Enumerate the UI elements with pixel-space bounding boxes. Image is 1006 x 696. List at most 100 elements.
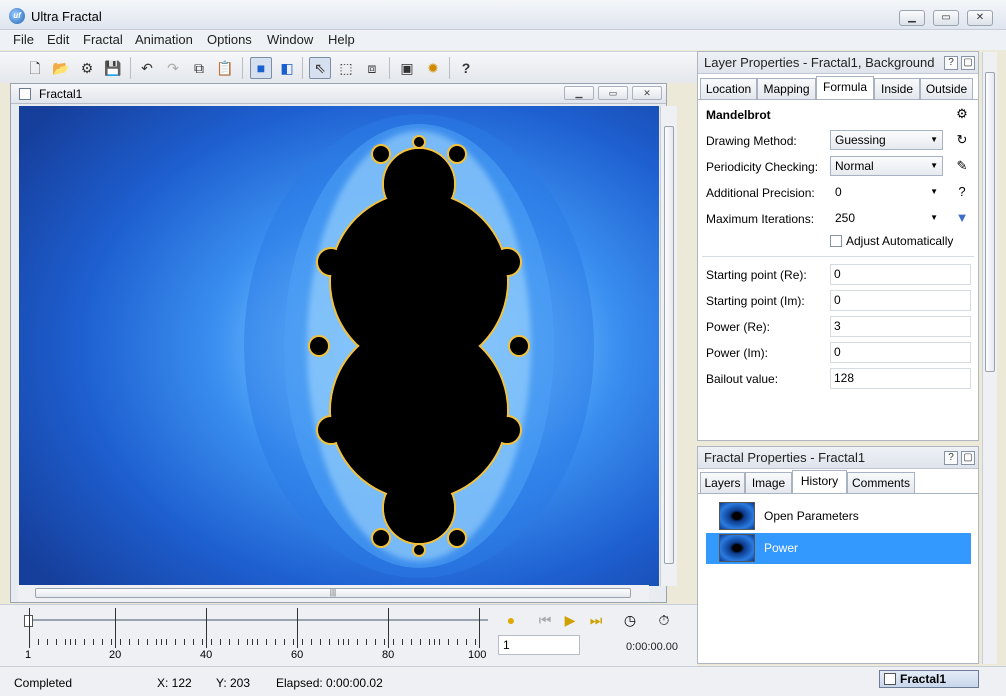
horizontal-scroll-thumb[interactable]: ||| bbox=[35, 588, 631, 598]
open-parameters-icon[interactable]: ⚙ bbox=[76, 57, 98, 79]
tab-image[interactable]: Image bbox=[745, 472, 792, 493]
tab-outside[interactable]: Outside bbox=[920, 78, 973, 99]
tab-comments[interactable]: Comments bbox=[847, 472, 915, 493]
precision-select[interactable]: 0 ▼ bbox=[830, 182, 943, 202]
help-icon[interactable]: ? bbox=[455, 57, 477, 79]
question-icon[interactable]: ? bbox=[954, 184, 970, 200]
full-screen-icon[interactable]: ■ bbox=[250, 57, 272, 79]
doc-maximize-button[interactable]: ▭ bbox=[598, 86, 628, 100]
menu-file[interactable]: File bbox=[13, 32, 34, 47]
timeline-tick bbox=[311, 639, 313, 645]
horizontal-scrollbar[interactable]: ||| bbox=[18, 585, 649, 602]
doc-minimize-button[interactable]: ▁ bbox=[564, 86, 594, 100]
param-label: Starting point (Re): bbox=[706, 268, 807, 282]
tab-formula[interactable]: Formula bbox=[816, 76, 874, 99]
adjust-automatically-checkbox[interactable] bbox=[830, 235, 842, 247]
param-field[interactable]: 128 bbox=[830, 368, 971, 389]
fractal-properties-panel: Fractal Properties - Fractal1 ? ▢ Layers… bbox=[697, 446, 979, 664]
expand-icon[interactable]: ▼ bbox=[954, 210, 970, 226]
panel-scroll-thumb[interactable] bbox=[985, 72, 995, 372]
history-item[interactable]: Open Parameters bbox=[706, 501, 971, 532]
drawing-method-select[interactable]: Guessing ▼ bbox=[830, 130, 943, 150]
timeline-tick bbox=[329, 639, 331, 645]
next-frame-icon[interactable]: ⏭ bbox=[586, 610, 606, 630]
divider bbox=[702, 256, 974, 257]
param-field[interactable]: 3 bbox=[830, 316, 971, 337]
vertical-scroll-thumb[interactable] bbox=[664, 126, 674, 564]
doc-close-button[interactable]: ✕ bbox=[632, 86, 662, 100]
switch-mode-icon[interactable]: ◧ bbox=[276, 57, 298, 79]
timeline-tick bbox=[129, 639, 131, 645]
task-fractal1-button[interactable]: Fractal1 bbox=[879, 670, 979, 688]
param-label: Power (Re): bbox=[706, 320, 771, 334]
open-icon[interactable]: 📂 bbox=[50, 57, 72, 79]
frame-input[interactable] bbox=[498, 635, 580, 655]
timeline-tick bbox=[388, 608, 390, 648]
zoom-select-icon[interactable]: ⬚ bbox=[335, 57, 357, 79]
timeline-tick bbox=[229, 639, 231, 645]
menu-help[interactable]: Help bbox=[328, 32, 355, 47]
max-iterations-select[interactable]: 250 ▼ bbox=[830, 208, 943, 228]
previous-frame-icon[interactable]: ⏮ bbox=[535, 610, 555, 630]
fractal-canvas[interactable] bbox=[19, 106, 659, 586]
status-x: X: 122 bbox=[157, 676, 192, 690]
param-field[interactable]: 0 bbox=[830, 342, 971, 363]
pin-icon[interactable]: ▢ bbox=[961, 56, 975, 70]
panel-scrollbar[interactable] bbox=[982, 52, 997, 664]
tab-layers[interactable]: Layers bbox=[700, 472, 745, 493]
copy-icon[interactable]: ⧉ bbox=[188, 57, 210, 79]
tick-label: 100 bbox=[468, 649, 487, 661]
menu-edit[interactable]: Edit bbox=[47, 32, 69, 47]
minimize-button[interactable]: ▁ bbox=[899, 10, 925, 26]
play-icon[interactable]: ▶ bbox=[560, 610, 580, 630]
tab-inside[interactable]: Inside bbox=[874, 78, 920, 99]
tab-location[interactable]: Location bbox=[700, 78, 757, 99]
render-to-disk-icon[interactable]: ▣ bbox=[396, 57, 418, 79]
browse-formula-icon[interactable]: ⚙ bbox=[954, 106, 970, 122]
refresh-icon[interactable]: ↻ bbox=[954, 132, 970, 148]
close-button[interactable]: ✕ bbox=[967, 10, 993, 26]
tab-history[interactable]: History bbox=[792, 470, 847, 493]
new-icon[interactable]: 🗋 bbox=[24, 57, 46, 79]
save-icon[interactable]: 💾 bbox=[102, 57, 124, 79]
timeline-tick bbox=[56, 639, 58, 645]
timeline-tick bbox=[47, 639, 49, 645]
tick-label: 20 bbox=[109, 649, 122, 661]
history-item-label: Open Parameters bbox=[764, 509, 859, 523]
toolbar: 🗋 📂 ⚙ 💾 ↶ ↷ ⧉ 📋 ■ ◧ ⇖ ⬚ ⧈ ▣ ✹ ? bbox=[0, 51, 697, 83]
timeline-tick bbox=[393, 639, 394, 645]
timeline-tick bbox=[101, 639, 103, 645]
drawing-method-label: Drawing Method: bbox=[706, 134, 797, 148]
vertical-scrollbar[interactable] bbox=[660, 106, 677, 586]
menu-window[interactable]: Window bbox=[267, 32, 313, 47]
timeline-tick bbox=[69, 639, 71, 645]
maximize-button[interactable]: ▭ bbox=[933, 10, 959, 26]
tab-mapping[interactable]: Mapping bbox=[757, 78, 816, 99]
edit-icon[interactable]: ✎ bbox=[954, 158, 970, 174]
status-elapsed: Elapsed: 0:00:00.02 bbox=[276, 676, 383, 690]
param-field[interactable]: 0 bbox=[830, 264, 971, 285]
select-icon[interactable]: ⇖ bbox=[309, 57, 331, 79]
redo-icon[interactable]: ↷ bbox=[162, 57, 184, 79]
settings-icon[interactable]: ✹ bbox=[422, 57, 444, 79]
timeline-tick bbox=[38, 639, 40, 645]
render-animation-icon[interactable]: ⏱ bbox=[654, 610, 674, 630]
status-y: Y: 203 bbox=[216, 676, 251, 690]
menu-options[interactable]: Options bbox=[207, 32, 252, 47]
pin-icon[interactable]: ▢ bbox=[961, 451, 975, 465]
menu-fractal[interactable]: Fractal bbox=[83, 32, 123, 47]
timeline-tick bbox=[92, 639, 94, 645]
periodicity-select[interactable]: Normal ▼ bbox=[830, 156, 943, 176]
history-item-selected[interactable]: Power bbox=[706, 533, 971, 564]
help-icon[interactable]: ? bbox=[944, 56, 958, 70]
help-icon[interactable]: ? bbox=[944, 451, 958, 465]
layers-icon[interactable]: ⧈ bbox=[361, 57, 383, 79]
paste-icon[interactable]: 📋 bbox=[214, 57, 236, 79]
animation-settings-icon[interactable]: ◷ bbox=[620, 610, 640, 630]
menu-animation[interactable]: Animation bbox=[135, 32, 193, 47]
layer-tabs: Location Mapping Formula Inside Outside bbox=[698, 76, 978, 100]
undo-icon[interactable]: ↶ bbox=[136, 57, 158, 79]
param-field[interactable]: 0 bbox=[830, 290, 971, 311]
timeline-tick bbox=[201, 639, 203, 645]
record-icon[interactable]: ● bbox=[501, 610, 521, 630]
